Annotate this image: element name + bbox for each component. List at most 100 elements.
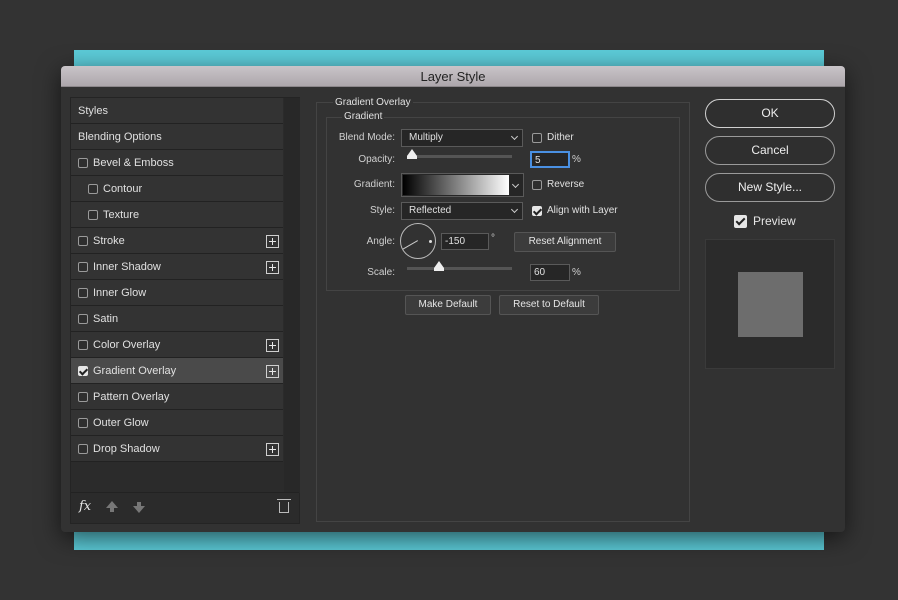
style-item-texture[interactable]: Texture xyxy=(71,202,283,228)
new-style-button[interactable]: New Style... xyxy=(705,173,835,202)
scale-value: 60 xyxy=(534,267,546,278)
dither-checkbox[interactable]: Dither xyxy=(532,132,574,143)
scale-label: Scale: xyxy=(367,267,395,278)
style-checkbox[interactable] xyxy=(78,313,88,324)
add-effect-icon[interactable] xyxy=(266,443,279,456)
add-effect-icon[interactable] xyxy=(266,339,279,352)
style-item-pattern-overlay[interactable]: Pattern Overlay xyxy=(71,384,283,410)
style-checkbox[interactable] xyxy=(78,157,88,168)
styles-scrollbar[interactable] xyxy=(284,98,300,493)
blend-mode-label: Blend Mode: xyxy=(338,132,395,143)
scale-slider[interactable] xyxy=(407,261,512,271)
angle-label: Angle: xyxy=(366,236,395,247)
style-item-stroke[interactable]: Stroke xyxy=(71,228,283,254)
layer-style-dialog: Layer Style Styles Blending Options Bevel … xyxy=(61,66,845,532)
ok-button[interactable]: OK xyxy=(705,99,835,128)
angle-input[interactable]: -150 xyxy=(441,233,489,250)
style-checkbox[interactable] xyxy=(78,287,88,298)
style-checkbox[interactable] xyxy=(88,183,98,194)
gradient-picker[interactable] xyxy=(401,173,524,197)
style-item-outer-glow[interactable]: Outer Glow xyxy=(71,410,283,436)
style-item-label: Contour xyxy=(103,182,143,195)
style-checkbox[interactable] xyxy=(78,443,88,454)
fx-menu-icon[interactable]: fx xyxy=(79,499,91,514)
reset-alignment-button[interactable]: Reset Alignment xyxy=(514,232,616,252)
angle-dial[interactable] xyxy=(400,223,436,259)
cancel-button[interactable]: Cancel xyxy=(705,136,835,165)
angle-needle xyxy=(402,240,418,250)
angle-unit: ° xyxy=(491,233,495,244)
style-checkbox[interactable] xyxy=(78,391,88,402)
style-item-drop-shadow[interactable]: Drop Shadow xyxy=(71,436,283,462)
opacity-label: Opacity: xyxy=(358,154,395,165)
style-item-bevel-emboss[interactable]: Bevel & Emboss xyxy=(71,150,283,176)
move-up-icon[interactable] xyxy=(106,501,118,512)
style-item-label: Color Overlay xyxy=(93,338,161,351)
style-checkbox[interactable] xyxy=(78,339,88,350)
style-item-label: Bevel & Emboss xyxy=(93,156,174,169)
reverse-checkbox[interactable]: Reverse xyxy=(532,179,584,190)
style-checkbox[interactable] xyxy=(78,365,88,376)
scale-input[interactable]: 60 xyxy=(530,264,570,281)
styles-panel: Styles Blending Options Bevel & Emboss Cont… xyxy=(70,97,300,524)
dither-check-icon xyxy=(532,132,542,143)
blend-mode-value: Multiply xyxy=(409,132,443,143)
style-checkbox[interactable] xyxy=(78,261,88,272)
style-checkbox[interactable] xyxy=(88,209,98,220)
angle-value: -150 xyxy=(445,236,466,247)
style-item-gradient-overlay[interactable]: Gradient Overlay xyxy=(71,358,283,384)
dialog-title: Layer Style xyxy=(61,66,845,87)
blend-mode-select[interactable]: Multiply xyxy=(401,129,523,147)
chevron-down-icon xyxy=(510,132,519,141)
panel-title: Gradient Overlay xyxy=(333,97,413,108)
style-item-color-overlay[interactable]: Color Overlay xyxy=(71,332,283,358)
style-item-label: Pattern Overlay xyxy=(93,390,170,403)
opacity-value: 5 xyxy=(535,155,541,166)
style-item-label: Satin xyxy=(93,312,119,325)
preview-label: Preview xyxy=(753,214,796,228)
style-item-label: Gradient Overlay xyxy=(93,364,177,377)
style-item-inner-shadow[interactable]: Inner Shadow xyxy=(71,254,283,280)
add-effect-icon[interactable] xyxy=(266,261,279,274)
style-item-label: Texture xyxy=(103,208,140,221)
reset-to-default-button[interactable]: Reset to Default xyxy=(499,295,599,315)
scale-unit: % xyxy=(572,267,581,278)
opacity-slider[interactable] xyxy=(407,149,512,159)
style-item-label: Outer Glow xyxy=(93,416,149,429)
style-item-contour[interactable]: Contour xyxy=(71,176,283,202)
opacity-slider-thumb[interactable] xyxy=(407,149,418,159)
align-check-icon xyxy=(532,205,542,216)
move-down-icon[interactable] xyxy=(133,502,145,513)
align-with-layer-checkbox[interactable]: Align with Layer xyxy=(532,205,618,216)
gradient-label: Gradient: xyxy=(353,179,395,190)
style-item-label: Blending Options xyxy=(78,130,162,143)
style-checkbox[interactable] xyxy=(78,235,88,246)
style-checkbox[interactable] xyxy=(78,417,88,428)
panel-subtitle: Gradient xyxy=(342,111,385,122)
style-item-styles[interactable]: Styles xyxy=(71,98,283,124)
preview-checkbox[interactable]: Preview xyxy=(734,214,796,228)
styles-footer: fx xyxy=(71,492,299,523)
trash-icon[interactable] xyxy=(277,499,291,513)
make-default-button[interactable]: Make Default xyxy=(405,295,491,315)
style-item-label: Stroke xyxy=(93,234,125,247)
style-item-satin[interactable]: Satin xyxy=(71,306,283,332)
style-preview-thumbnail xyxy=(705,239,835,369)
dither-label: Dither xyxy=(547,132,574,143)
align-label: Align with Layer xyxy=(547,205,618,216)
style-select[interactable]: Reflected xyxy=(401,202,523,220)
add-effect-icon[interactable] xyxy=(266,365,279,378)
chevron-down-icon xyxy=(510,205,519,214)
style-item-blending-options[interactable]: Blending Options xyxy=(71,124,283,150)
style-item-inner-glow[interactable]: Inner Glow xyxy=(71,280,283,306)
preview-check-icon xyxy=(734,214,747,228)
reverse-label: Reverse xyxy=(547,179,585,190)
style-item-label: Inner Shadow xyxy=(93,260,161,273)
gradient-swatch[interactable] xyxy=(403,175,509,195)
chevron-down-icon[interactable] xyxy=(511,180,520,189)
add-effect-icon[interactable] xyxy=(266,235,279,248)
scale-slider-thumb[interactable] xyxy=(433,261,444,271)
opacity-input[interactable]: 5 xyxy=(530,151,570,168)
styles-list: Styles Blending Options Bevel & Emboss Cont… xyxy=(71,98,283,462)
reverse-check-icon xyxy=(532,179,542,190)
